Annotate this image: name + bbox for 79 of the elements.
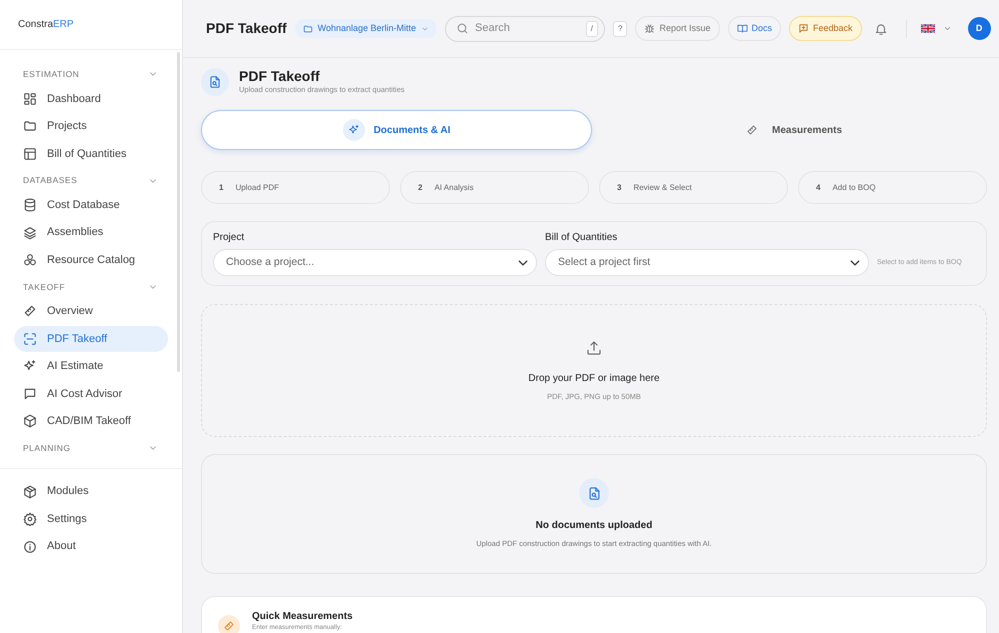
- folder-icon: [23, 119, 37, 134]
- logo[interactable]: ConstraERP: [18, 17, 74, 32]
- section-title: ESTIMATION: [23, 68, 80, 81]
- section-header[interactable]: PLANNING: [14, 436, 168, 460]
- dashboard-icon: [23, 92, 37, 106]
- ruler-icon: [23, 304, 37, 318]
- step-label: Review & Select: [633, 182, 692, 194]
- section-title: TAKEOFF: [23, 280, 66, 294]
- shortcut-key: /: [586, 20, 598, 36]
- sidebar-item[interactable]: Cost Database: [14, 192, 168, 218]
- table-icon: [23, 146, 37, 161]
- mode-tab[interactable]: Documents & AI: [201, 110, 592, 150]
- sidebar-item[interactable]: Dashboard: [14, 86, 168, 112]
- section-header[interactable]: TAKEOFF: [14, 274, 168, 298]
- layers-icon: [23, 226, 37, 240]
- sidebar-item[interactable]: Bill of Quantities: [14, 140, 168, 167]
- ruler-icon: [218, 615, 240, 633]
- mode-tab[interactable]: Measurements: [596, 110, 987, 150]
- sidebar-item[interactable]: AI Cost Advisor: [14, 380, 168, 407]
- sidebar-item[interactable]: Projects: [14, 113, 168, 140]
- cubes-icon: [23, 253, 37, 267]
- book-icon: [736, 23, 748, 34]
- page-title: PDF Takeoff: [206, 19, 287, 38]
- feedback-button[interactable]: Feedback: [789, 16, 862, 41]
- bell-icon[interactable]: [874, 22, 888, 36]
- settings-icon: [23, 512, 37, 526]
- report-button[interactable]: Report Issue: [635, 16, 720, 41]
- section-header[interactable]: ESTIMATION: [14, 62, 168, 86]
- project-selector[interactable]: Wohnanlage Berlin-Mitte: [294, 18, 438, 38]
- search-placeholder: Search: [475, 21, 510, 36]
- step-number: 2: [418, 182, 422, 194]
- scan-icon: [23, 332, 37, 346]
- step-number: 4: [816, 182, 820, 194]
- scrollbar-thumb[interactable]: [177, 52, 180, 372]
- field-label: Project: [213, 231, 246, 245]
- field-label: Bill of Quantities: [545, 231, 618, 245]
- sidebar-item[interactable]: CAD/BIM Takeoff: [14, 408, 168, 434]
- help-key[interactable]: ?: [613, 20, 628, 36]
- box-icon: [23, 484, 37, 498]
- step-label: Add to BOQ: [832, 182, 876, 194]
- user-avatar[interactable]: D: [968, 17, 991, 40]
- heading: PDF Takeoff: [239, 68, 321, 84]
- section-header[interactable]: DATABASES: [14, 168, 168, 192]
- chat-icon: [23, 386, 37, 401]
- sidebar-item[interactable]: About: [14, 534, 168, 560]
- info-icon: [23, 540, 37, 554]
- docs-button[interactable]: Docs: [728, 16, 782, 41]
- section-title: DATABASES: [23, 174, 78, 187]
- ruler-icon: [746, 124, 758, 136]
- upload-icon: [585, 338, 603, 357]
- file-search-icon: [201, 68, 229, 96]
- step-label: AI Analysis: [434, 182, 474, 194]
- step-label: Upload PDF: [235, 182, 280, 194]
- section-title: PLANNING: [23, 442, 70, 454]
- flag-icon[interactable]: [920, 24, 935, 33]
- folder-icon: [302, 24, 313, 34]
- message-icon: [798, 23, 810, 34]
- select-field[interactable]: Choose a project...: [213, 249, 537, 276]
- search-field[interactable]: Search /: [445, 16, 606, 42]
- database-icon: [23, 198, 37, 212]
- cube-icon: [23, 414, 37, 428]
- sidebar-item[interactable]: Resource Catalog: [14, 247, 168, 273]
- sidebar-item[interactable]: Overview: [14, 298, 168, 324]
- card-title: Quick Measurements: [252, 610, 353, 624]
- sparkle-icon: [348, 124, 360, 136]
- step-number: 3: [617, 182, 622, 194]
- search-icon: [456, 22, 470, 35]
- empty-title: No documents uploaded: [536, 519, 652, 534]
- chevron-icon: [942, 24, 952, 33]
- sidebar-item[interactable]: AI Estimate: [14, 353, 168, 380]
- select-field[interactable]: Select a project first: [545, 249, 869, 276]
- sidebar-item[interactable]: Assemblies: [14, 220, 168, 246]
- bug-icon: [644, 23, 656, 34]
- step-number: 1: [219, 182, 224, 194]
- sidebar-item[interactable]: Settings: [14, 506, 168, 532]
- sidebar-item[interactable]: Modules: [14, 478, 168, 504]
- file-search-icon: [579, 478, 609, 508]
- drop-title: Drop your PDF or image here: [528, 372, 660, 386]
- sidebar-item[interactable]: PDF Takeoff: [14, 326, 168, 352]
